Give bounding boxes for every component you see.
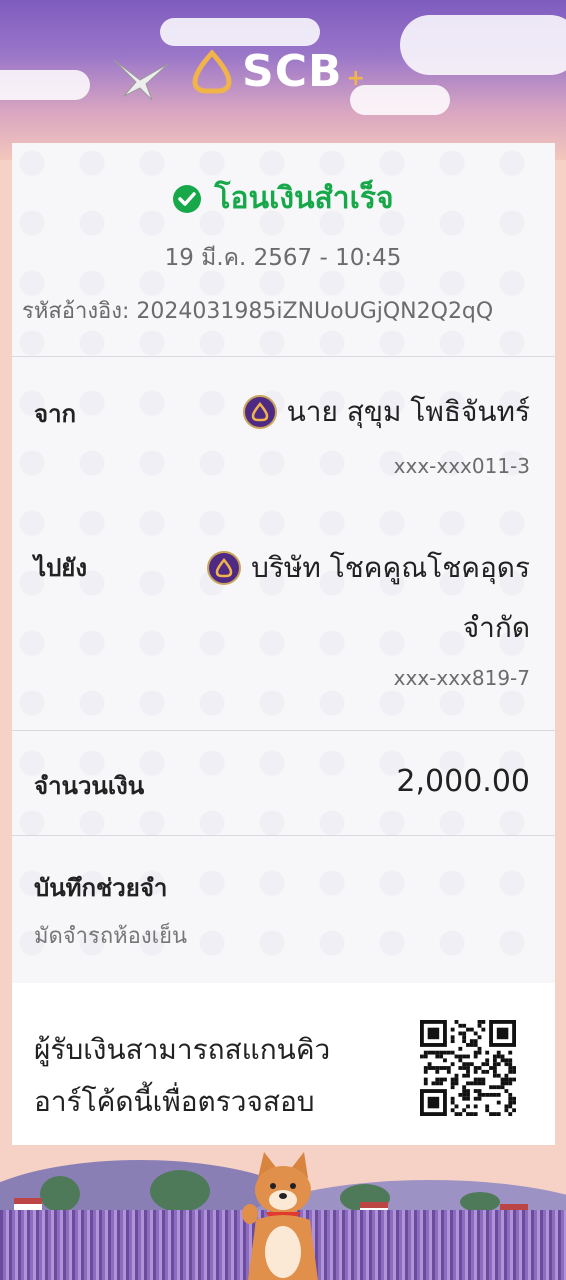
- scb-logo: SCB +: [192, 46, 365, 97]
- sender-row: นาย สุขุม โพธิจันทร์: [242, 390, 530, 434]
- tree: [150, 1170, 210, 1212]
- to-label: ไปยัง: [34, 554, 88, 582]
- check-circle-icon: [173, 184, 202, 213]
- recipient-account: xxx-xxx819-7: [393, 666, 530, 690]
- cloud: [160, 18, 320, 46]
- recipient-name-line2: จำกัด: [463, 606, 530, 650]
- cloud: [350, 85, 450, 115]
- memo-value: มัดจำรถห้องเย็น: [34, 924, 188, 949]
- amount-value: 2,000.00: [396, 764, 530, 799]
- tree: [460, 1192, 500, 1212]
- shiba-dog-mascot: [242, 1152, 318, 1280]
- transfer-status: โอนเงินสำเร็จ: [0, 175, 566, 222]
- verification-qr-code[interactable]: [420, 1020, 516, 1116]
- sender-name: นาย สุขุม โพธิจันทร์: [286, 395, 530, 428]
- bird-icon: [113, 59, 169, 101]
- divider: [12, 835, 555, 836]
- amount-label: จำนวนเงิน: [34, 772, 145, 800]
- scb-bank-icon: [207, 551, 242, 585]
- header-banner: SCB +: [0, 0, 566, 160]
- cloud: [400, 15, 566, 75]
- qr-instruction-line2: อาร์โค้ดนี้เพื่อตรวจสอบ: [34, 1085, 315, 1118]
- qr-instruction: ผู้รับเงินสามารถสแกนคิว อาร์โค้ดนี้เพื่อ…: [34, 1024, 364, 1128]
- status-text: โอนเงินสำเร็จ: [214, 181, 394, 216]
- recipient-name: บริษัท โชคคูณโชคอุดร: [251, 551, 530, 584]
- sender-account: xxx-xxx011-3: [393, 454, 530, 478]
- memo-label: บันทึกช่วยจำ: [34, 874, 168, 902]
- scb-bell-icon: [192, 49, 232, 93]
- qr-instruction-line1: ผู้รับเงินสามารถสแกนคิว: [34, 1033, 331, 1066]
- recipient-name-cont: จำกัด: [462, 611, 530, 644]
- brand-name: SCB: [242, 46, 343, 97]
- divider: [12, 356, 555, 357]
- reference-number: รหัสอ้างอิง: 2024031985iZNUoUGjQN2Q2qQ: [22, 299, 494, 324]
- transaction-datetime: 19 มี.ค. 2567 - 10:45: [164, 245, 402, 271]
- from-label: จาก: [34, 400, 77, 428]
- recipient-row: บริษัท โชคคูณโชคอุดร: [207, 546, 530, 590]
- divider: [12, 730, 555, 731]
- brand-plus: +: [346, 66, 365, 91]
- scb-bank-icon: [242, 395, 277, 429]
- tree: [40, 1176, 80, 1212]
- cloud: [0, 70, 90, 100]
